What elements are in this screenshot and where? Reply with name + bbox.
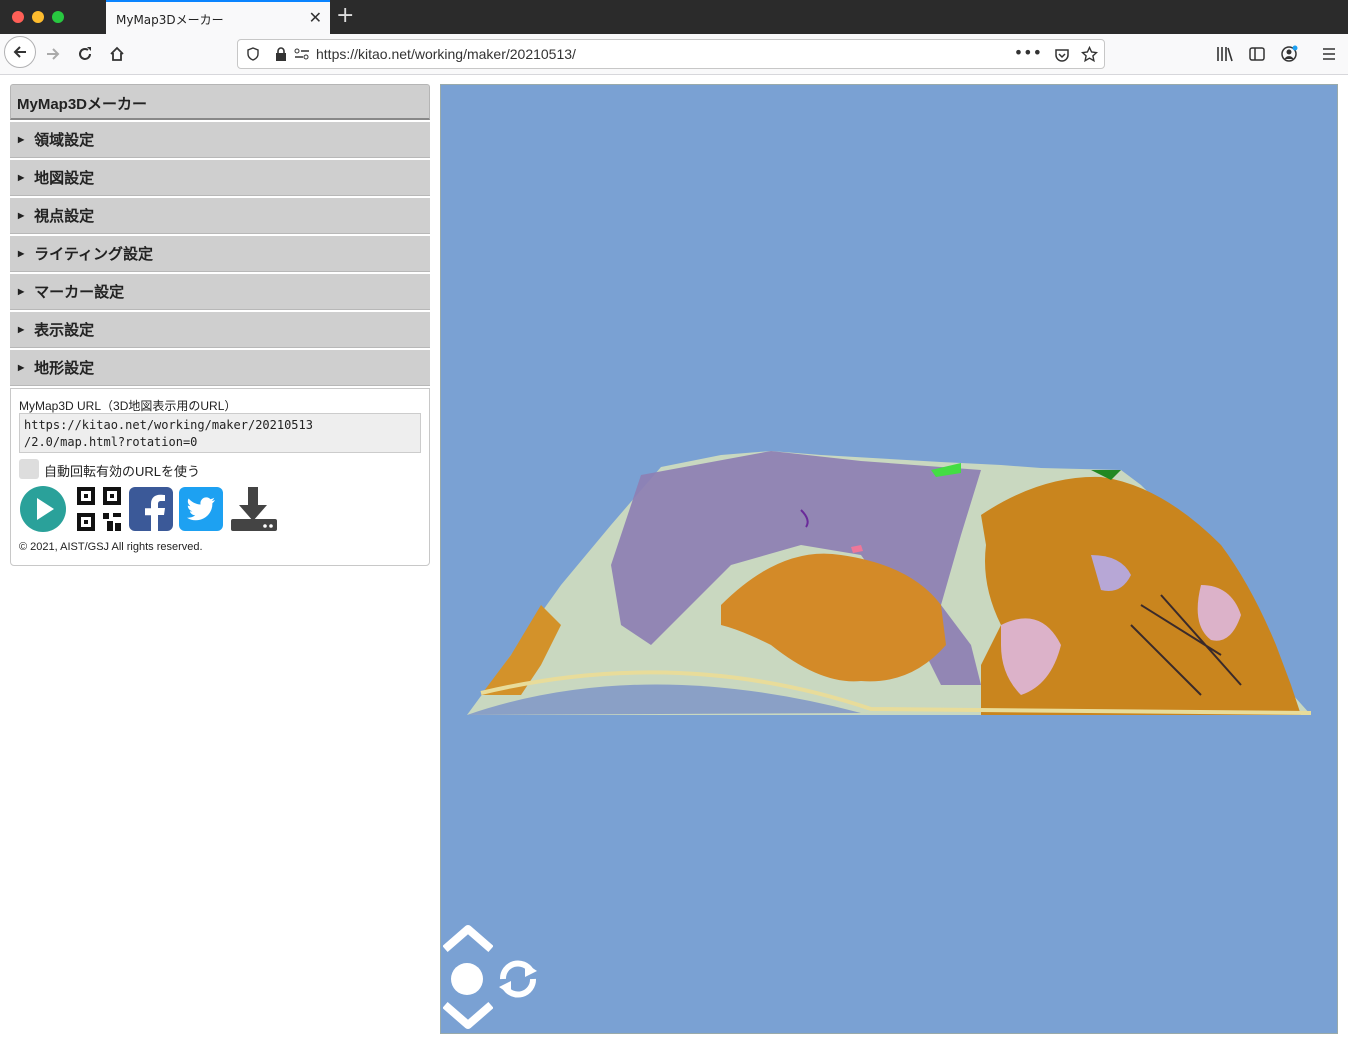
minimize-window-button[interactable] [32, 11, 44, 23]
sidebar-item-viewpoint-settings[interactable]: ▶ 視点設定 [10, 198, 430, 234]
maximize-window-button[interactable] [52, 11, 64, 23]
triangle-right-icon: ▶ [18, 249, 25, 258]
triangle-right-icon: ▶ [18, 325, 25, 334]
browser-tab[interactable]: MyMap3Dメーカー ✕ [106, 0, 330, 34]
triangle-right-icon: ▶ [18, 173, 25, 182]
sidebar-item-terrain-settings[interactable]: ▶ 地形設定 [10, 350, 430, 386]
download-icon[interactable] [229, 485, 277, 533]
sidebar-item-area-settings[interactable]: ▶ 領域設定 [10, 122, 430, 158]
close-window-button[interactable] [12, 11, 24, 23]
play-icon[interactable] [19, 485, 67, 533]
url-text[interactable]: https://kitao.net/working/maker/20210513… [316, 46, 576, 62]
new-tab-icon[interactable]: + [336, 3, 354, 29]
back-button[interactable] [4, 36, 36, 68]
sidebar-item-label: 地形設定 [34, 360, 95, 377]
sidebar-item-label: 表示設定 [34, 322, 95, 339]
reset-view-icon[interactable] [449, 961, 485, 997]
lock-icon [276, 47, 286, 61]
tilt-up-icon[interactable] [443, 925, 493, 953]
sidebar-item-label: マーカー設定 [34, 284, 125, 301]
triangle-right-icon: ▶ [18, 135, 25, 144]
forward-button[interactable] [38, 39, 68, 69]
auto-rotate-checkbox[interactable] [19, 459, 39, 479]
library-icon[interactable] [1214, 42, 1236, 66]
sidebar-item-label: ライティング設定 [34, 246, 153, 263]
triangle-right-icon: ▶ [18, 363, 25, 372]
home-icon [110, 46, 124, 61]
menu-icon[interactable] [1318, 42, 1340, 66]
map-3d-viewport[interactable] [440, 84, 1338, 1034]
terrain-map-render [467, 451, 1312, 715]
qr-code-icon[interactable] [75, 485, 123, 533]
sidebar-item-lighting-settings[interactable]: ▶ ライティング設定 [10, 236, 430, 272]
pocket-icon [1055, 49, 1069, 62]
sidebar-toggle-icon[interactable] [1246, 42, 1268, 66]
permissions-icon [294, 48, 309, 60]
tab-close-icon[interactable]: ✕ [309, 8, 322, 28]
bookmark-star-icon [1081, 46, 1098, 63]
reload-icon [79, 47, 91, 60]
sidebar: MyMap3Dメーカー ▶ 領域設定 ▶ 地図設定 ▶ 視点設定 ▶ ライティング設定 … [10, 84, 430, 566]
home-button[interactable] [102, 39, 132, 69]
sidebar-item-map-settings[interactable]: ▶ 地図設定 [10, 160, 430, 196]
url-label: MyMap3D URL（3D地図表示用のURL） [19, 399, 237, 413]
title-bar: MyMap3Dメーカー ✕ + [0, 0, 1348, 34]
navigation-bar: https://kitao.net/working/maker/20210513… [0, 34, 1348, 75]
tilt-down-icon[interactable] [443, 1001, 493, 1029]
rotate-icon[interactable] [495, 959, 541, 999]
sidebar-item-label: 地図設定 [34, 170, 95, 187]
sidebar-item-label: 視点設定 [34, 208, 95, 225]
forward-arrow-icon [47, 48, 60, 60]
tab-title: MyMap3Dメーカー [116, 13, 224, 27]
sidebar-item-label: 領域設定 [34, 132, 95, 149]
twitter-icon[interactable] [177, 485, 225, 533]
triangle-right-icon: ▶ [18, 287, 25, 296]
more-actions-icon[interactable]: ••• [1014, 43, 1042, 62]
sidebar-title: MyMap3Dメーカー [10, 84, 430, 120]
sidebar-item-display-settings[interactable]: ▶ 表示設定 [10, 312, 430, 348]
reload-button[interactable] [70, 39, 100, 69]
shield-icon [247, 47, 259, 61]
facebook-icon[interactable] [127, 485, 175, 533]
auto-rotate-label: 自動回転有効のURLを使う [44, 464, 201, 479]
triangle-right-icon: ▶ [18, 211, 25, 220]
address-bar[interactable]: https://kitao.net/working/maker/20210513… [237, 39, 1105, 69]
url-panel: MyMap3D URL（3D地図表示用のURL） https://kitao.n… [10, 388, 430, 566]
mymap-url-field[interactable]: https://kitao.net/working/maker/20210513… [19, 413, 421, 453]
sidebar-item-marker-settings[interactable]: ▶ マーカー設定 [10, 274, 430, 310]
copyright-text: © 2021, AIST/GSJ All rights reserved. [19, 541, 203, 553]
back-arrow-icon [13, 46, 26, 58]
account-icon[interactable] [1278, 42, 1300, 66]
